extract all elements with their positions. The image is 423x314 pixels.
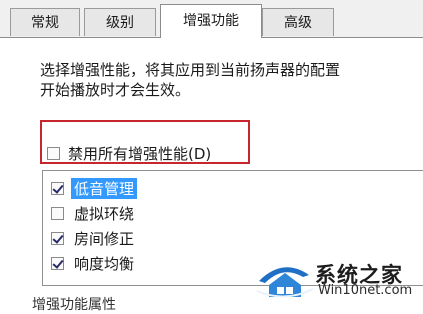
disable-all-enhancements-checkbox[interactable]: 禁用所有增强性能(D)	[47, 143, 211, 163]
tab-levels-label: 级别	[106, 15, 134, 31]
checkbox-unchecked-icon[interactable]	[51, 206, 64, 220]
checkbox-checked-icon[interactable]	[51, 231, 64, 245]
enhancement-item-bass-management[interactable]: 低音管理	[51, 177, 138, 199]
tab-advanced[interactable]: 高级	[262, 8, 334, 36]
section-heading-partial: 增强功能属性	[32, 297, 116, 313]
enhancement-item-virtual-surround[interactable]: 虚拟环绕	[51, 202, 137, 224]
watermark: 系统之家 Win10net.com	[255, 255, 420, 299]
disable-all-label: 禁用所有增强性能(D)	[68, 144, 212, 163]
checkbox-checked-icon[interactable]	[51, 256, 64, 270]
tab-general-label: 常规	[31, 15, 59, 31]
tab-enhancements-label: 增强功能	[183, 13, 239, 29]
tab-bar: 常规 级别 增强功能 高级	[0, 0, 423, 38]
description-line-2: 开始播放时才会生效。	[40, 81, 191, 99]
enhancement-item-loudness-equalization[interactable]: 响度均衡	[51, 252, 137, 274]
enhancement-label: 响度均衡	[74, 254, 135, 273]
tab-general[interactable]: 常规	[10, 8, 80, 36]
enhancement-label: 房间修正	[74, 229, 135, 248]
enhancement-item-room-correction[interactable]: 房间修正	[51, 227, 137, 249]
description-line-1: 选择增强性能，将其应用到当前扬声器的配置	[40, 61, 341, 79]
enhancement-label: 虚拟环绕	[74, 204, 135, 223]
checkbox-checked-icon[interactable]	[51, 181, 64, 195]
checkbox-unchecked-icon[interactable]	[47, 146, 60, 160]
tab-advanced-label: 高级	[284, 15, 312, 31]
tab-levels[interactable]: 级别	[84, 8, 156, 36]
tab-enhancements[interactable]: 增强功能	[160, 4, 262, 38]
watermark-url: Win10net.com	[318, 283, 413, 298]
house-logo-icon	[256, 267, 314, 298]
description-text: 选择增强性能，将其应用到当前扬声器的配置 开始播放时才会生效。	[40, 60, 423, 100]
enhancement-label: 低音管理	[71, 177, 138, 199]
